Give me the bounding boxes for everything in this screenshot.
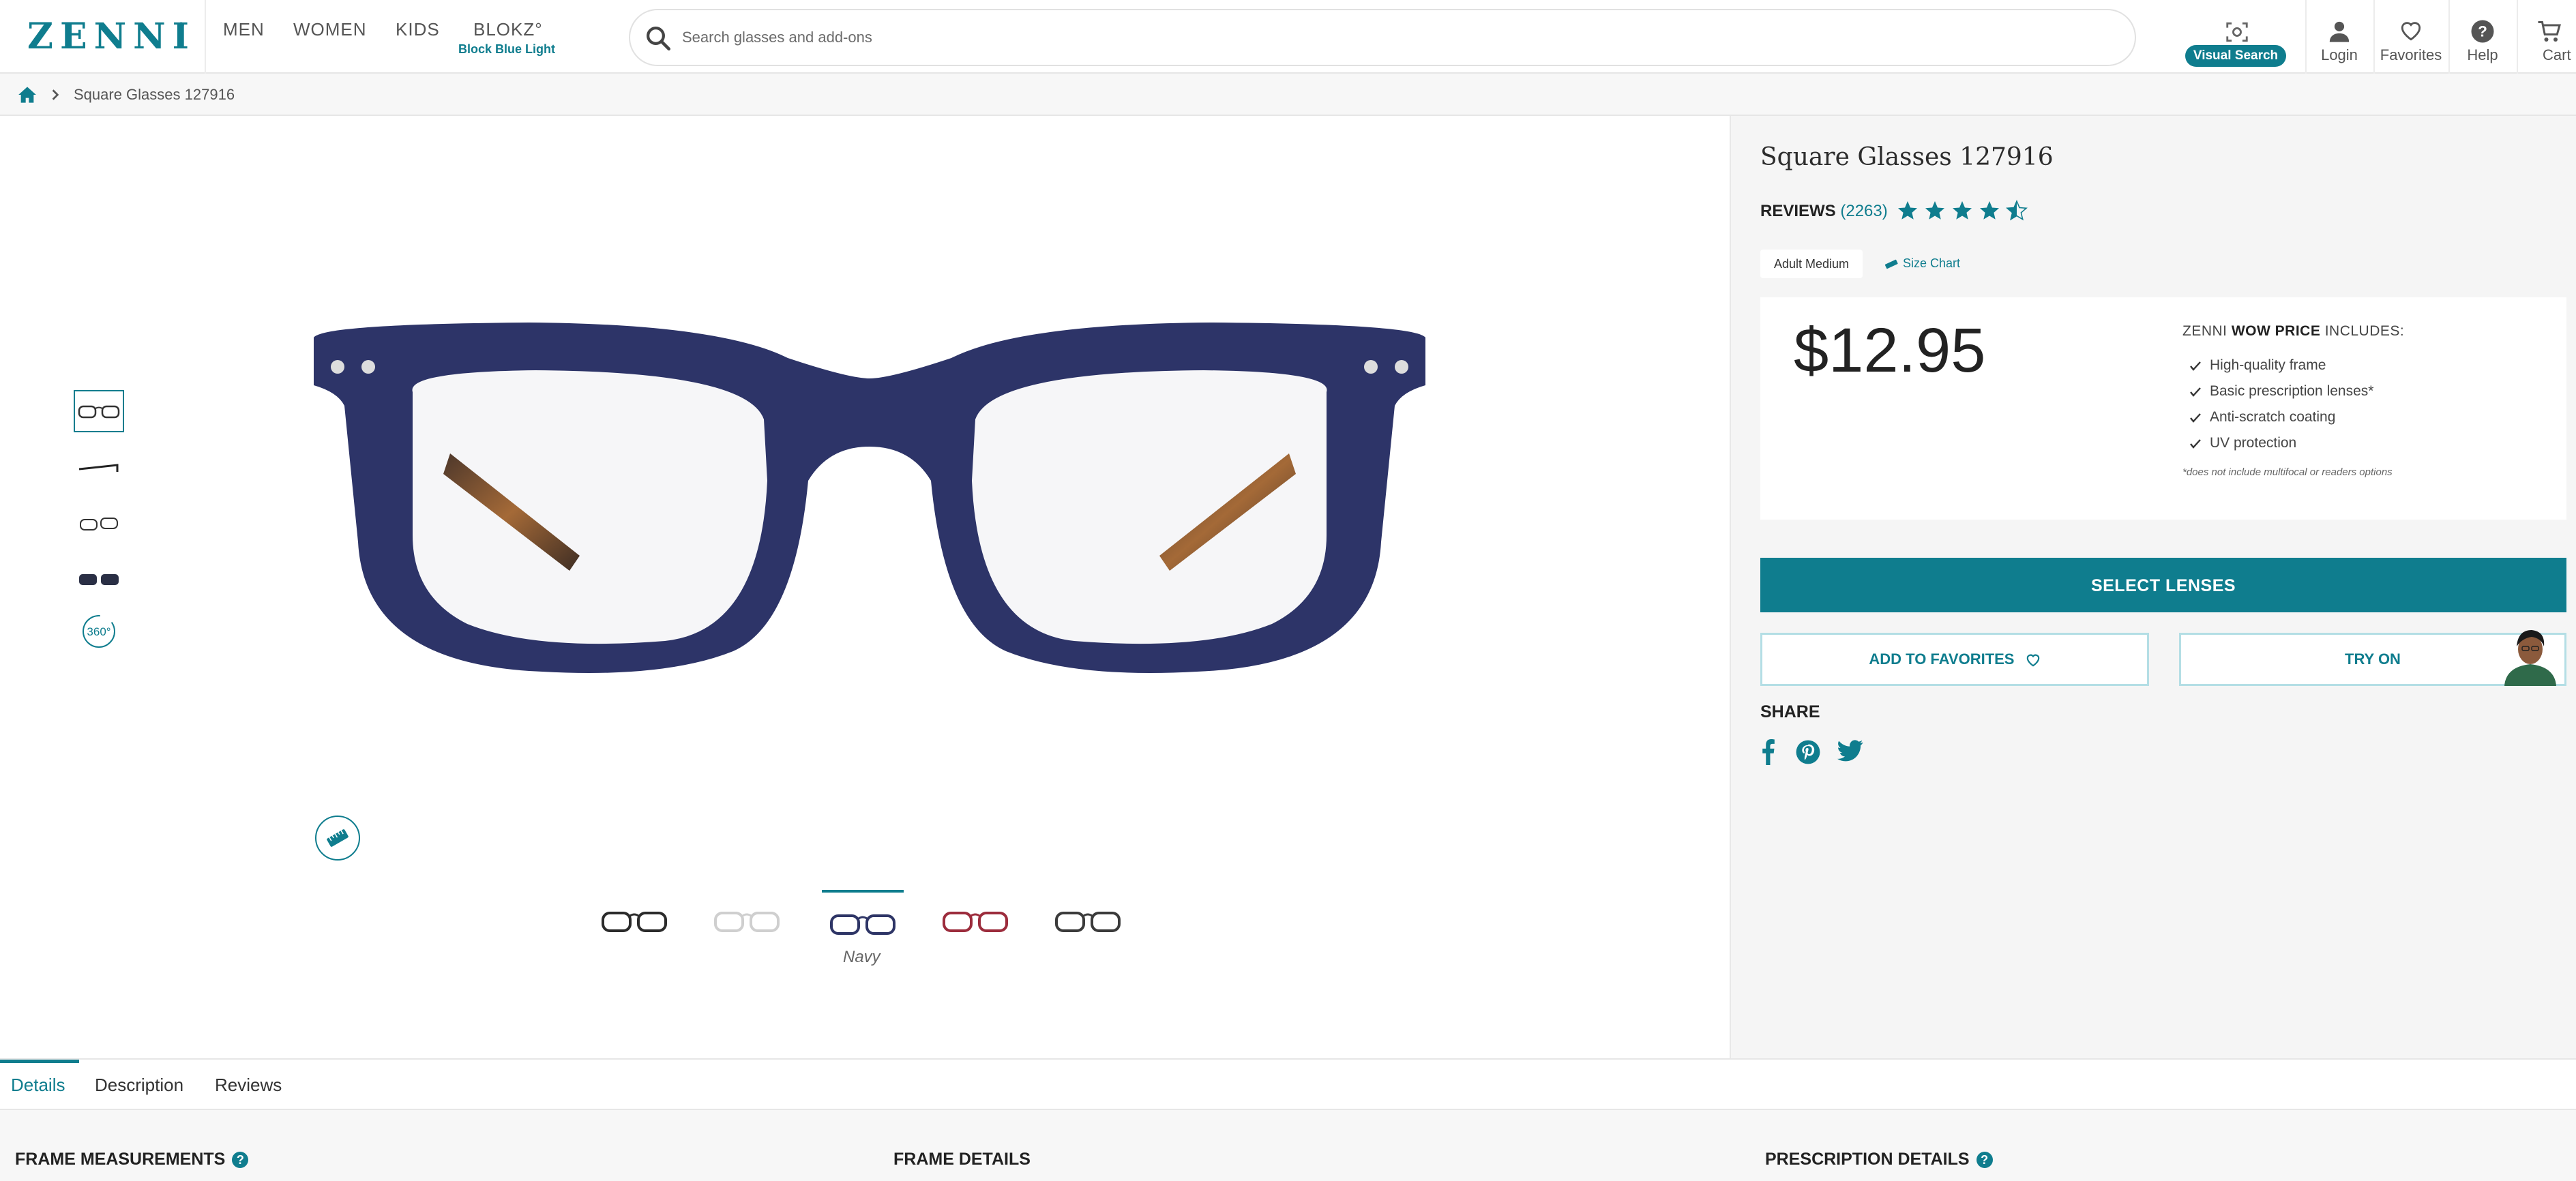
header-divider	[205, 0, 206, 74]
color-swatch-black[interactable]	[593, 890, 675, 944]
visual-search-label[interactable]: Visual Search	[2185, 45, 2286, 67]
home-icon[interactable]	[18, 86, 37, 104]
size-chart-link[interactable]: Size Chart	[1884, 256, 1960, 271]
user-icon	[2329, 21, 2350, 42]
help-icon: ?	[2471, 20, 2494, 43]
price-footnote: *does not include multifocal or readers …	[2182, 466, 2393, 478]
facebook-icon[interactable]	[1760, 739, 1775, 765]
check-icon	[2190, 439, 2201, 449]
heart-icon	[2401, 22, 2421, 41]
check-icon	[2190, 361, 2201, 371]
breadcrumb-current: Square Glasses 127916	[74, 86, 235, 103]
favorites-label: Favorites	[2380, 46, 2442, 63]
site-header: ZENNI ® MEN WOMEN KIDS BLOKZ° Block Blue …	[0, 0, 2576, 74]
size-badge: Adult Medium	[1760, 250, 1863, 278]
favorites-button[interactable]: Favorites	[2373, 0, 2448, 74]
help-button[interactable]: ? Help	[2448, 0, 2517, 74]
includes-item: High-quality frame	[2210, 357, 2326, 373]
tab-description[interactable]: Description	[95, 1075, 183, 1096]
nav-women[interactable]: WOMEN	[293, 19, 367, 40]
frame-details-heading: FRAME DETAILS	[893, 1150, 1031, 1169]
tab-reviews[interactable]: Reviews	[215, 1075, 282, 1096]
product-main-image	[314, 323, 1425, 673]
tab-details[interactable]: Details	[11, 1075, 65, 1096]
measure-button[interactable]	[315, 816, 360, 861]
product-title: Square Glasses 127916	[1760, 143, 2054, 171]
zenni-logo[interactable]: ZENNI ®	[27, 19, 189, 55]
check-icon	[2190, 387, 2201, 397]
view-360-button[interactable]: 360°	[74, 611, 124, 653]
prescription-details-heading: PRESCRIPTION DETAILS?	[1765, 1150, 1993, 1169]
select-lenses-button[interactable]: SELECT LENSES	[1760, 558, 2566, 612]
includes-item: Basic prescription lenses*	[2210, 383, 2374, 399]
color-swatch-red[interactable]	[934, 890, 1016, 944]
includes-item: Anti-scratch coating	[2210, 409, 2336, 425]
svg-text:?: ?	[2478, 23, 2487, 40]
twitter-icon[interactable]	[1837, 739, 1863, 762]
visual-search-icon	[2226, 22, 2248, 42]
login-button[interactable]: Login	[2305, 0, 2373, 74]
selected-color-label: Navy	[843, 948, 880, 966]
cart-button[interactable]: Cart	[2529, 0, 2576, 74]
includes-item: UV protection	[2210, 435, 2297, 451]
pinterest-icon[interactable]	[1795, 739, 1821, 765]
help-icon[interactable]: ?	[232, 1152, 249, 1169]
thumbnail-angle[interactable]	[74, 502, 124, 544]
thumbnail-side[interactable]	[74, 446, 124, 488]
cart-label: Cart	[2543, 46, 2571, 63]
add-to-favorites-button[interactable]: ADD TO FAVORITES	[1760, 633, 2149, 686]
active-tab-indicator	[0, 1060, 79, 1063]
nav-kids[interactable]: KIDS	[396, 19, 440, 40]
reviews-label: REVIEWS	[1760, 202, 1836, 220]
search-icon	[644, 24, 672, 53]
product-price: $12.95	[1794, 316, 1986, 385]
details-section	[0, 1110, 2576, 1181]
heart-icon	[2026, 654, 2039, 667]
product-tabs: Details Description Reviews	[0, 1058, 2576, 1110]
help-label: Help	[2467, 46, 2498, 63]
color-swatch-clear[interactable]	[706, 890, 788, 944]
color-swatch-navy[interactable]	[822, 890, 904, 944]
rating-stars[interactable]	[1896, 199, 2039, 222]
search-input[interactable]	[681, 21, 2113, 54]
check-icon	[2190, 413, 2201, 423]
wow-price-heading: ZENNI WOW PRICE INCLUDES:	[2182, 323, 2405, 339]
thumbnail-front[interactable]	[74, 390, 124, 432]
help-icon[interactable]: ?	[1976, 1152, 1993, 1169]
search-bar[interactable]	[629, 9, 2136, 66]
breadcrumb: Square Glasses 127916	[0, 74, 2576, 116]
cart-icon	[2538, 21, 2561, 42]
svg-text:360°: 360°	[87, 625, 110, 638]
chevron-right-icon	[50, 89, 60, 101]
nav-blokz[interactable]: BLOKZ°	[473, 19, 543, 40]
thumbnail-sunglass[interactable]	[74, 558, 124, 600]
share-heading: SHARE	[1760, 702, 1820, 721]
reviews-count[interactable]: (2263)	[1840, 202, 1887, 220]
try-on-avatar	[2504, 630, 2556, 686]
ruler-icon	[327, 829, 349, 847]
frame-measurements-heading: FRAME MEASUREMENTS?	[15, 1150, 249, 1169]
nav-blokz-subtitle[interactable]: Block Blue Light	[458, 42, 555, 57]
reviews-link[interactable]: REVIEWS (2263)	[1760, 202, 1888, 221]
nav-men[interactable]: MEN	[223, 19, 265, 40]
ruler-icon	[1884, 260, 1898, 269]
color-swatch-gray[interactable]	[1047, 890, 1129, 944]
login-label: Login	[2321, 46, 2358, 63]
